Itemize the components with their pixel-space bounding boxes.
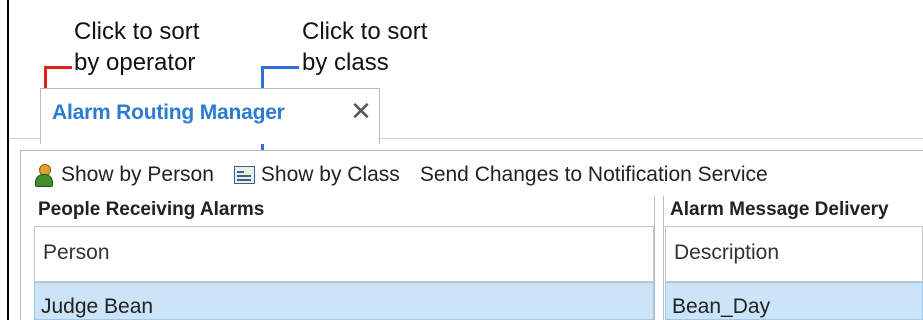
column-header-person[interactable]: Person (34, 226, 654, 282)
person-cell: Judge Bean (41, 295, 154, 318)
window-left-edge (7, 0, 9, 320)
panel-splitter-right (663, 196, 664, 320)
callout-operator-pointer-horizontal (44, 66, 72, 69)
delivery-panel-title: Alarm Message Delivery (670, 199, 889, 220)
callout-class-line2: by class (302, 49, 389, 76)
callout-sort-by-class: Click to sort by class (302, 16, 427, 78)
callout-class-pointer-horizontal (261, 66, 299, 69)
callout-operator-line2: by operator (74, 49, 196, 76)
toolbar: Show by Person Show by Class Send Change… (34, 160, 788, 190)
column-header-description[interactable]: Description (665, 226, 923, 282)
send-changes-button[interactable]: Send Changes to Notification Service (420, 163, 768, 187)
pane-border-left (20, 150, 21, 320)
tab-title[interactable]: Alarm Routing Manager (52, 101, 285, 125)
pane-border-top (20, 150, 923, 151)
person-icon (34, 164, 54, 187)
close-icon[interactable]: ✕ (348, 98, 374, 126)
show-by-person-button[interactable]: Show by Person (34, 163, 214, 187)
show-by-class-label: Show by Class (260, 163, 400, 186)
table-row[interactable]: Judge Bean (34, 282, 654, 320)
callout-sort-by-operator: Click to sort by operator (74, 16, 199, 78)
callout-operator-line1: Click to sort (74, 18, 200, 45)
column-header-description-label: Description (674, 241, 780, 264)
panel-splitter-left (654, 196, 655, 320)
callout-class-line1: Click to sort (302, 18, 428, 45)
table-row[interactable]: Bean_Day (665, 282, 923, 320)
send-changes-label: Send Changes to Notification Service (419, 163, 768, 186)
show-by-person-label: Show by Person (61, 163, 214, 186)
description-cell: Bean_Day (672, 295, 771, 318)
column-header-person-label: Person (43, 241, 110, 264)
show-by-class-button[interactable]: Show by Class (233, 163, 400, 187)
class-card-icon (233, 164, 255, 186)
people-panel-title: People Receiving Alarms (38, 199, 265, 220)
